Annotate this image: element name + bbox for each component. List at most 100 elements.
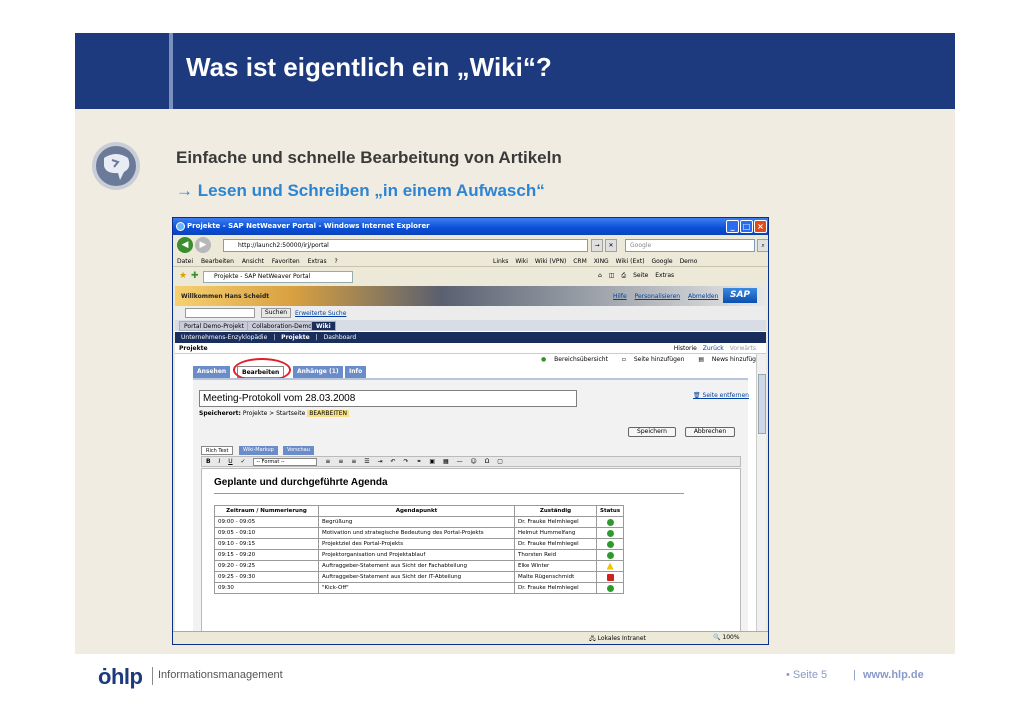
page-menu[interactable]: Seite: [633, 272, 648, 279]
align-right-icon[interactable]: ≡: [351, 458, 356, 465]
omega-icon[interactable]: Ω: [485, 458, 490, 465]
feeds-icon[interactable]: ◫: [609, 272, 615, 279]
forward-link[interactable]: Vorwärts: [730, 345, 756, 352]
address-text: http://launch2:50000/irj/portal: [238, 242, 329, 249]
stop-icon[interactable]: ✕: [605, 239, 617, 252]
table-row: 09:20 - 09:25 Auftraggeber-Statement aus …: [214, 560, 625, 572]
tab-anhaenge[interactable]: Anhänge (1): [293, 366, 343, 378]
redo-icon[interactable]: ↷: [403, 458, 408, 465]
link-wiki-ext[interactable]: Wiki (Ext): [616, 258, 645, 265]
favorites-star-icon[interactable]: ★: [179, 271, 187, 281]
subnav-encyclopedia[interactable]: Unternehmens-Enzyklopädie: [181, 334, 267, 341]
nav-collaboration-demo[interactable]: Collaboration-Demo: [247, 321, 317, 331]
address-bar[interactable]: http://launch2:50000/irj/portal: [223, 239, 588, 252]
link-wiki-vpn[interactable]: Wiki (VPN): [535, 258, 566, 265]
page-title-input[interactable]: Meeting-Protokoll vom 28.03.2008: [199, 390, 577, 407]
tab-wiki-markup[interactable]: Wiki-Markup: [239, 446, 278, 455]
remove-page-link[interactable]: 🗑 Seite entfernen: [693, 392, 749, 399]
advanced-search-link[interactable]: Erweiterte Suche: [295, 310, 346, 317]
browser-window: Projekte - SAP NetWeaver Portal - Window…: [172, 217, 769, 645]
add-page-link[interactable]: ▫ Seite hinzufügen: [622, 356, 691, 363]
cell-status: ok: [595, 549, 625, 561]
table-icon[interactable]: ▦: [443, 458, 449, 465]
scroll-thumb[interactable]: [758, 374, 766, 434]
edit-area: Meeting-Protokoll vom 28.03.2008 🗑 Seite…: [193, 378, 749, 631]
cell-zustaendig: Dr. Frauke Helmhiegel: [514, 538, 597, 550]
link-xing[interactable]: XING: [594, 258, 609, 265]
minimize-icon[interactable]: _: [726, 220, 739, 233]
history-link[interactable]: Historie: [674, 345, 697, 352]
align-center-icon[interactable]: ≡: [338, 458, 343, 465]
spellcheck-icon[interactable]: ✓: [241, 458, 246, 465]
link-crm[interactable]: CRM: [573, 258, 587, 265]
format-select[interactable]: -- Format --: [253, 457, 318, 466]
undo-icon[interactable]: ↶: [391, 458, 396, 465]
cell-zeitraum: 09:20 - 09:25: [214, 560, 319, 572]
link-google[interactable]: Google: [651, 258, 672, 265]
maximize-icon[interactable]: □: [740, 220, 753, 233]
overview-link[interactable]: ● Bereichsübersicht: [541, 356, 614, 363]
link-demo[interactable]: Demo: [680, 258, 698, 265]
tab-info[interactable]: Info: [345, 366, 367, 378]
help-link[interactable]: Hilfe: [613, 293, 627, 300]
indent-icon[interactable]: ⇥: [378, 458, 383, 465]
subnav-projekte[interactable]: Projekte: [281, 334, 310, 341]
cell-agendapunkt: Projektorganisation und Projektablauf: [318, 549, 515, 561]
logout-link[interactable]: Abmelden: [688, 293, 718, 300]
cancel-button[interactable]: Abbrechen: [685, 427, 735, 437]
fullscreen-icon[interactable]: ▢: [497, 458, 503, 465]
image-icon[interactable]: ▣: [429, 458, 435, 465]
rich-text-editor[interactable]: Geplante und durchgeführte Agenda Zeitra…: [201, 468, 741, 631]
add-favorite-icon[interactable]: ✚: [191, 271, 199, 281]
ie-icon: [176, 222, 185, 231]
print-icon[interactable]: ⎙: [621, 272, 626, 279]
go-icon[interactable]: →: [591, 239, 603, 252]
nav-portal-demo[interactable]: Portal Demo-Projekt: [179, 321, 249, 331]
save-button[interactable]: Speichern: [628, 427, 676, 437]
menu-help[interactable]: ?: [335, 258, 338, 265]
search-button[interactable]: Suchen: [261, 308, 291, 318]
smiley-icon[interactable]: ☺: [471, 458, 477, 465]
home-icon[interactable]: ⌂: [598, 272, 602, 279]
back-icon[interactable]: ◀: [177, 237, 193, 253]
window-title: Projekte - SAP NetWeaver Portal - Window…: [187, 222, 430, 230]
tab-ansehen[interactable]: Ansehen: [193, 366, 231, 378]
hr-icon[interactable]: —: [457, 458, 463, 465]
portal-search-input[interactable]: [185, 308, 255, 318]
agenda-heading: Geplante und durchgeführte Agenda: [214, 477, 388, 488]
bold-icon[interactable]: B: [206, 458, 211, 465]
align-left-icon[interactable]: ≡: [325, 458, 330, 465]
welcome-text: Willkommen Hans Scheidt: [181, 293, 270, 300]
cell-status: warn: [595, 560, 625, 572]
menu-favoriten[interactable]: Favoriten: [272, 258, 300, 265]
italic-icon[interactable]: I: [219, 458, 221, 465]
intranet-icon: 🖧: [589, 635, 596, 642]
zoom-level[interactable]: 🔍 100%: [713, 634, 740, 641]
sap-logo: SAP: [723, 288, 757, 303]
browser-tab[interactable]: Projekte - SAP NetWeaver Portal: [203, 271, 353, 283]
menu-extras[interactable]: Extras: [308, 258, 327, 265]
link-wiki[interactable]: Wiki: [515, 258, 528, 265]
tab-preview[interactable]: Vorschau: [283, 446, 314, 455]
editor-toolbar: B I U ✓ -- Format -- ≡ ≡ ≡ ☰ ⇥ ↶ ↷ ⚭ ▣ ▦…: [201, 456, 741, 467]
underline-icon[interactable]: U: [228, 458, 232, 465]
nav-wiki[interactable]: Wiki: [311, 321, 336, 331]
back-link[interactable]: Zurück: [703, 345, 724, 352]
history-nav: Historie Zurück Vorwärts: [674, 344, 760, 354]
menu-bearbeiten[interactable]: Bearbeiten: [201, 258, 234, 265]
subnav-dashboard[interactable]: Dashboard: [324, 334, 357, 341]
link-icon[interactable]: ⚭: [416, 458, 421, 465]
menu-ansicht[interactable]: Ansicht: [242, 258, 264, 265]
personalize-link[interactable]: Personalisieren: [635, 293, 681, 300]
search-icon[interactable]: ⌕: [757, 239, 768, 252]
search-input[interactable]: Google: [625, 239, 755, 252]
list-icon[interactable]: ☰: [364, 458, 369, 465]
agenda-divider: [214, 493, 684, 494]
menu-datei[interactable]: Datei: [177, 258, 193, 265]
close-icon[interactable]: ×: [754, 220, 767, 233]
forward-icon[interactable]: ▶: [195, 237, 211, 253]
extras-menu[interactable]: Extras: [655, 272, 674, 279]
tab-rich-text[interactable]: Rich Text: [201, 446, 234, 455]
cell-zustaendig: Thorsten Reid: [514, 549, 597, 561]
page-scrollbar[interactable]: [756, 354, 766, 631]
